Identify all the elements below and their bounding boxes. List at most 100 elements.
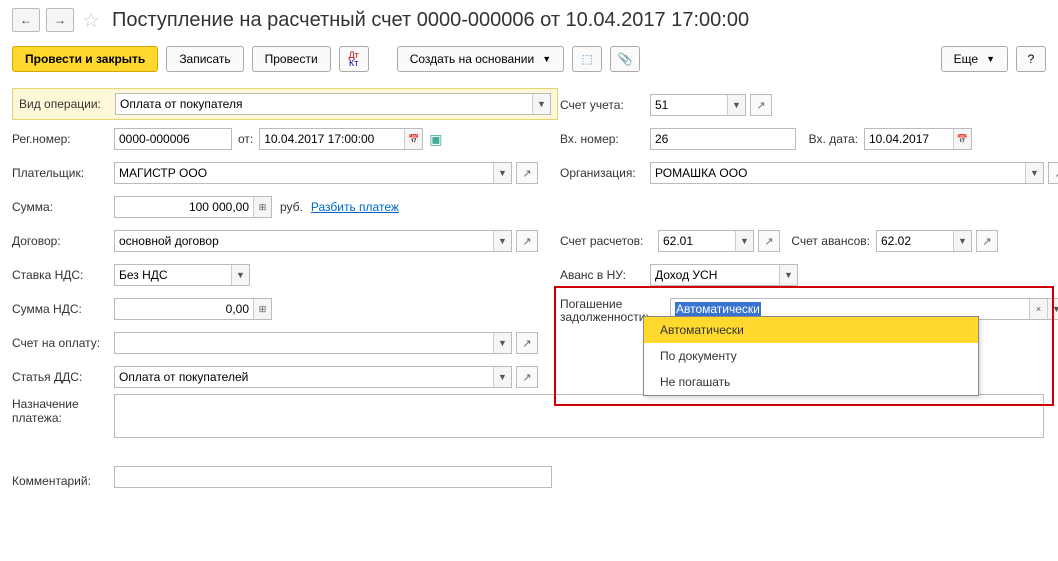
schet-avans-open-button[interactable]: ↗: [976, 230, 998, 252]
schet-oplatu-open-button[interactable]: ↗: [516, 332, 538, 354]
organizaciya-dropdown-button[interactable]: ▼: [1025, 163, 1043, 183]
post-button[interactable]: Провести: [252, 46, 331, 72]
date-ot-picker-button[interactable]: 📅: [404, 129, 422, 149]
external-icon: ↗: [522, 337, 531, 350]
dropdown-option-by-document[interactable]: По документу: [644, 343, 978, 369]
external-icon: ↗: [522, 371, 531, 384]
favorite-star-icon[interactable]: ☆: [80, 9, 102, 31]
schet-avans-input[interactable]: [877, 231, 953, 251]
structure-button[interactable]: ⬚: [572, 46, 602, 72]
arrow-right-icon: →: [54, 13, 66, 27]
vid-operacii-input[interactable]: [116, 94, 532, 114]
structure-icon: ⬚: [581, 52, 592, 66]
vh-data-picker-button[interactable]: 📅: [953, 129, 971, 149]
stavka-nds-input[interactable]: [115, 265, 231, 285]
label-ot: от:: [232, 132, 259, 146]
label-schet-oplatu: Счет на оплату:: [12, 336, 114, 350]
platelshik-input[interactable]: [115, 163, 493, 183]
dropdown-option-auto[interactable]: Автоматически: [644, 317, 978, 343]
schet-ucheta-input[interactable]: [651, 95, 727, 115]
pogashenie-dropdown-button[interactable]: ▼: [1047, 299, 1058, 319]
dogovor-open-button[interactable]: ↗: [516, 230, 538, 252]
label-vh-nomer: Вх. номер:: [558, 132, 650, 146]
arrow-left-icon: ←: [20, 13, 32, 27]
chevron-down-icon: ▼: [986, 54, 995, 64]
external-icon: ↗: [756, 99, 765, 112]
label-stavka-nds: Ставка НДС:: [12, 268, 114, 282]
summa-nds-input[interactable]: [115, 299, 253, 319]
schet-rasch-open-button[interactable]: ↗: [758, 230, 780, 252]
schet-ucheta-dropdown-button[interactable]: ▼: [727, 95, 745, 115]
external-icon: ↗: [764, 235, 773, 248]
calculator-icon: ⊞: [259, 304, 267, 315]
stavka-nds-dropdown-button[interactable]: ▼: [231, 265, 249, 285]
organizaciya-open-button[interactable]: ↗: [1048, 162, 1058, 184]
question-icon: ?: [1028, 52, 1035, 66]
external-icon: ↗: [522, 235, 531, 248]
label-summa: Сумма:: [12, 200, 114, 214]
schet-ucheta-open-button[interactable]: ↗: [750, 94, 772, 116]
label-summa-nds: Сумма НДС:: [12, 302, 114, 316]
kommentariy-input[interactable]: [115, 467, 551, 487]
nav-back-button[interactable]: ←: [12, 8, 40, 32]
label-naznachenie: Назначение платежа:: [12, 397, 114, 425]
summa-calc-button[interactable]: ⊞: [253, 197, 271, 217]
avans-nu-dropdown-button[interactable]: ▼: [779, 265, 797, 285]
pogashenie-dropdown-popup: Автоматически По документу Не погашать: [643, 316, 979, 396]
post-and-close-button[interactable]: Провести и закрыть: [12, 46, 158, 72]
save-button[interactable]: Записать: [166, 46, 243, 72]
help-button[interactable]: ?: [1016, 46, 1046, 72]
pogashenie-input[interactable]: Автоматически: [671, 302, 765, 316]
statya-dds-input[interactable]: [115, 367, 493, 387]
dropdown-option-no-repay[interactable]: Не погашать: [644, 369, 978, 395]
summa-input[interactable]: [115, 197, 253, 217]
external-icon: ↗: [522, 167, 531, 180]
vh-data-input[interactable]: [865, 129, 953, 149]
reg-nomer-input[interactable]: [115, 129, 231, 149]
statya-dds-dropdown-button[interactable]: ▼: [493, 367, 511, 387]
dt-kt-button[interactable]: ДтКт: [339, 46, 369, 72]
attachment-button[interactable]: 📎: [610, 46, 640, 72]
schet-oplatu-input[interactable]: [115, 333, 493, 353]
platelshik-dropdown-button[interactable]: ▼: [493, 163, 511, 183]
summa-nds-calc-button[interactable]: ⊞: [253, 299, 271, 319]
statya-dds-open-button[interactable]: ↗: [516, 366, 538, 388]
chevron-down-icon: ▼: [542, 54, 551, 64]
pogashenie-clear-button[interactable]: ×: [1029, 299, 1047, 319]
vh-nomer-input[interactable]: [651, 129, 795, 149]
vid-operacii-dropdown-button[interactable]: ▼: [532, 94, 550, 114]
paperclip-icon: 📎: [618, 52, 633, 66]
status-ok-icon: ▣: [429, 131, 442, 148]
calendar-icon: 📅: [408, 134, 419, 145]
external-icon: ↗: [1054, 167, 1058, 180]
dt-kt-icon: ДтКт: [349, 51, 359, 67]
nav-forward-button[interactable]: →: [46, 8, 74, 32]
schet-oplatu-dropdown-button[interactable]: ▼: [493, 333, 511, 353]
organizaciya-input[interactable]: [651, 163, 1025, 183]
label-schet-ucheta: Счет учета:: [558, 98, 650, 112]
date-ot-input[interactable]: [260, 129, 404, 149]
label-kommentariy: Комментарий:: [12, 474, 114, 488]
label-vid-operacii: Вид операции:: [19, 97, 115, 111]
label-avans-nu: Аванс в НУ:: [558, 268, 650, 282]
schet-rasch-dropdown-button[interactable]: ▼: [735, 231, 753, 251]
dogovor-input[interactable]: [115, 231, 493, 251]
calculator-icon: ⊞: [259, 202, 267, 213]
schet-rasch-input[interactable]: [659, 231, 735, 251]
create-on-basis-button[interactable]: Создать на основании▼: [397, 46, 564, 72]
label-statya-dds: Статья ДДС:: [12, 370, 114, 384]
label-schet-rasch: Счет расчетов:: [558, 234, 658, 248]
page-title: Поступление на расчетный счет 0000-00000…: [112, 9, 749, 32]
external-icon: ↗: [982, 235, 991, 248]
dogovor-dropdown-button[interactable]: ▼: [493, 231, 511, 251]
more-button[interactable]: Еще▼: [941, 46, 1008, 72]
avans-nu-input[interactable]: [651, 265, 779, 285]
label-platelshik: Плательщик:: [12, 166, 114, 180]
platelshik-open-button[interactable]: ↗: [516, 162, 538, 184]
split-payment-link[interactable]: Разбить платеж: [311, 200, 399, 214]
schet-avans-dropdown-button[interactable]: ▼: [953, 231, 971, 251]
label-reg-nomer: Рег.номер:: [12, 132, 114, 146]
label-dogovor: Договор:: [12, 234, 114, 248]
calendar-icon: 📅: [957, 134, 968, 145]
naznachenie-textarea[interactable]: [115, 395, 1043, 437]
